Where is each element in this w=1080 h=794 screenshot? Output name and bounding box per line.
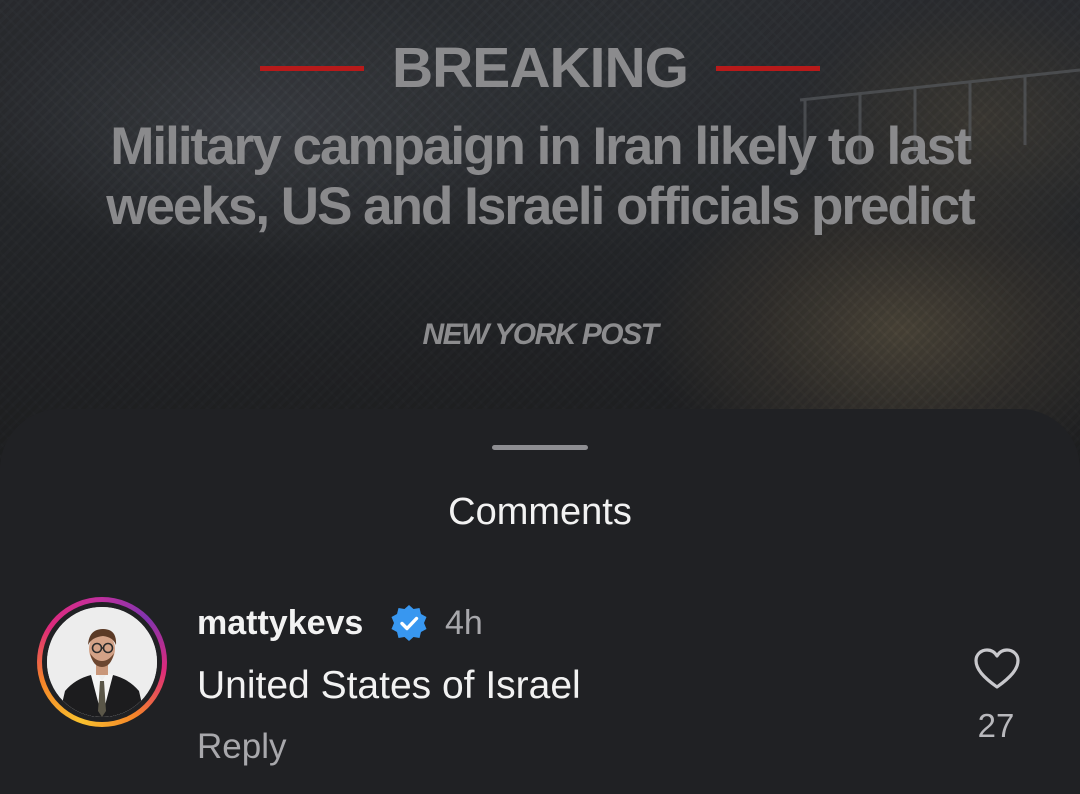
verified-badge-icon: [389, 603, 429, 643]
news-post-image: BREAKING Military campaign in Iran likel…: [0, 0, 1080, 470]
right-red-rule: [716, 65, 820, 71]
comment-text: United States of Israel: [197, 664, 581, 707]
like-count: 27: [977, 707, 1015, 744]
comment-item: mattykevs 4h United States of Israel Rep…: [0, 589, 1080, 789]
breaking-banner: BREAKING: [0, 38, 1080, 98]
reply-button[interactable]: Reply: [197, 727, 286, 767]
comment-timestamp: 4h: [445, 604, 483, 642]
avatar[interactable]: [47, 607, 157, 717]
sheet-drag-handle[interactable]: [492, 445, 588, 450]
heart-outline-icon[interactable]: [973, 647, 1021, 691]
news-source: NEW YORK POST: [422, 318, 659, 351]
avatar-story-ring[interactable]: [37, 597, 167, 727]
comments-title: Comments: [448, 491, 632, 533]
breaking-label: BREAKING: [391, 36, 689, 100]
left-red-rule: [259, 65, 364, 71]
news-headline: Military campaign in Iran likely to last…: [106, 117, 976, 236]
comments-sheet: Comments mattykevs 4h United States of I…: [0, 409, 1080, 794]
comment-username[interactable]: mattykevs: [197, 604, 363, 643]
